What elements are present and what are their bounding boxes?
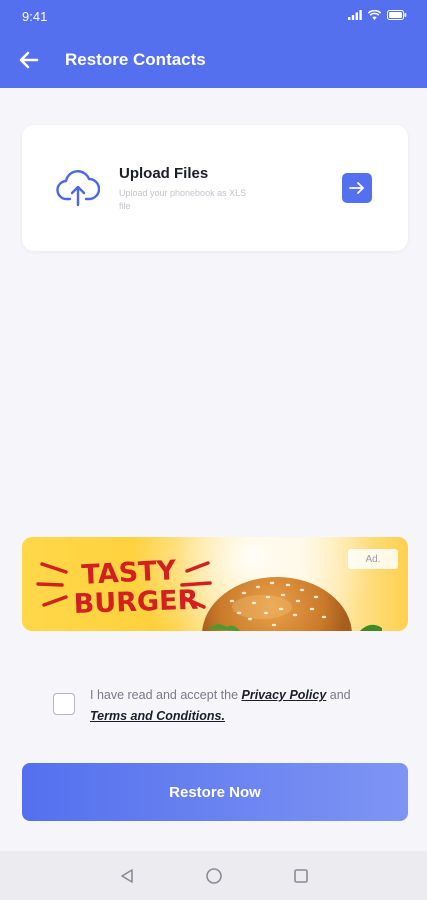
status-icons (348, 10, 407, 20)
nav-back-button[interactable] (117, 866, 137, 886)
recents-square-icon (294, 869, 308, 883)
restore-now-button[interactable]: Restore Now (22, 763, 408, 821)
ad-headline-line2: BURGER (73, 585, 199, 620)
home-circle-icon (206, 868, 222, 884)
privacy-policy-link[interactable]: Privacy Policy (242, 688, 327, 702)
status-bar: 9:41 (0, 0, 427, 32)
ad-tag: Ad. (348, 549, 398, 569)
nav-home-button[interactable] (204, 866, 224, 886)
battery-icon (387, 10, 407, 20)
back-arrow-icon (19, 51, 39, 69)
upload-title: Upload Files (119, 165, 209, 182)
consent-middle: and (326, 688, 351, 702)
wifi-icon (368, 10, 381, 20)
consent-text: I have read and accept the Privacy Polic… (90, 685, 390, 727)
cloud-upload-icon (56, 170, 100, 207)
page-title: Restore Contacts (65, 50, 206, 69)
app-bar: Restore Contacts (0, 38, 427, 82)
back-button[interactable] (14, 47, 44, 73)
consent-checkbox[interactable] (53, 693, 75, 715)
status-time: 9:41 (22, 9, 48, 24)
app-header: 9:41 Restore Contacts (0, 0, 427, 88)
arrow-right-icon (349, 182, 364, 194)
signal-icon (348, 10, 362, 20)
upload-files-card[interactable]: Upload Files Upload your phonebook as XL… (22, 125, 408, 251)
upload-subtitle: Upload your phonebook as XLS file (119, 188, 247, 211)
upload-next-button[interactable] (342, 173, 372, 203)
nav-recents-button[interactable] (291, 866, 311, 886)
consent-prefix: I have read and accept the (90, 688, 242, 702)
back-triangle-icon (121, 869, 133, 883)
ad-banner[interactable]: TASTY BURGER Ad. (22, 537, 408, 631)
terms-link[interactable]: Terms and Conditions. (90, 709, 225, 723)
system-nav-bar (0, 851, 427, 900)
